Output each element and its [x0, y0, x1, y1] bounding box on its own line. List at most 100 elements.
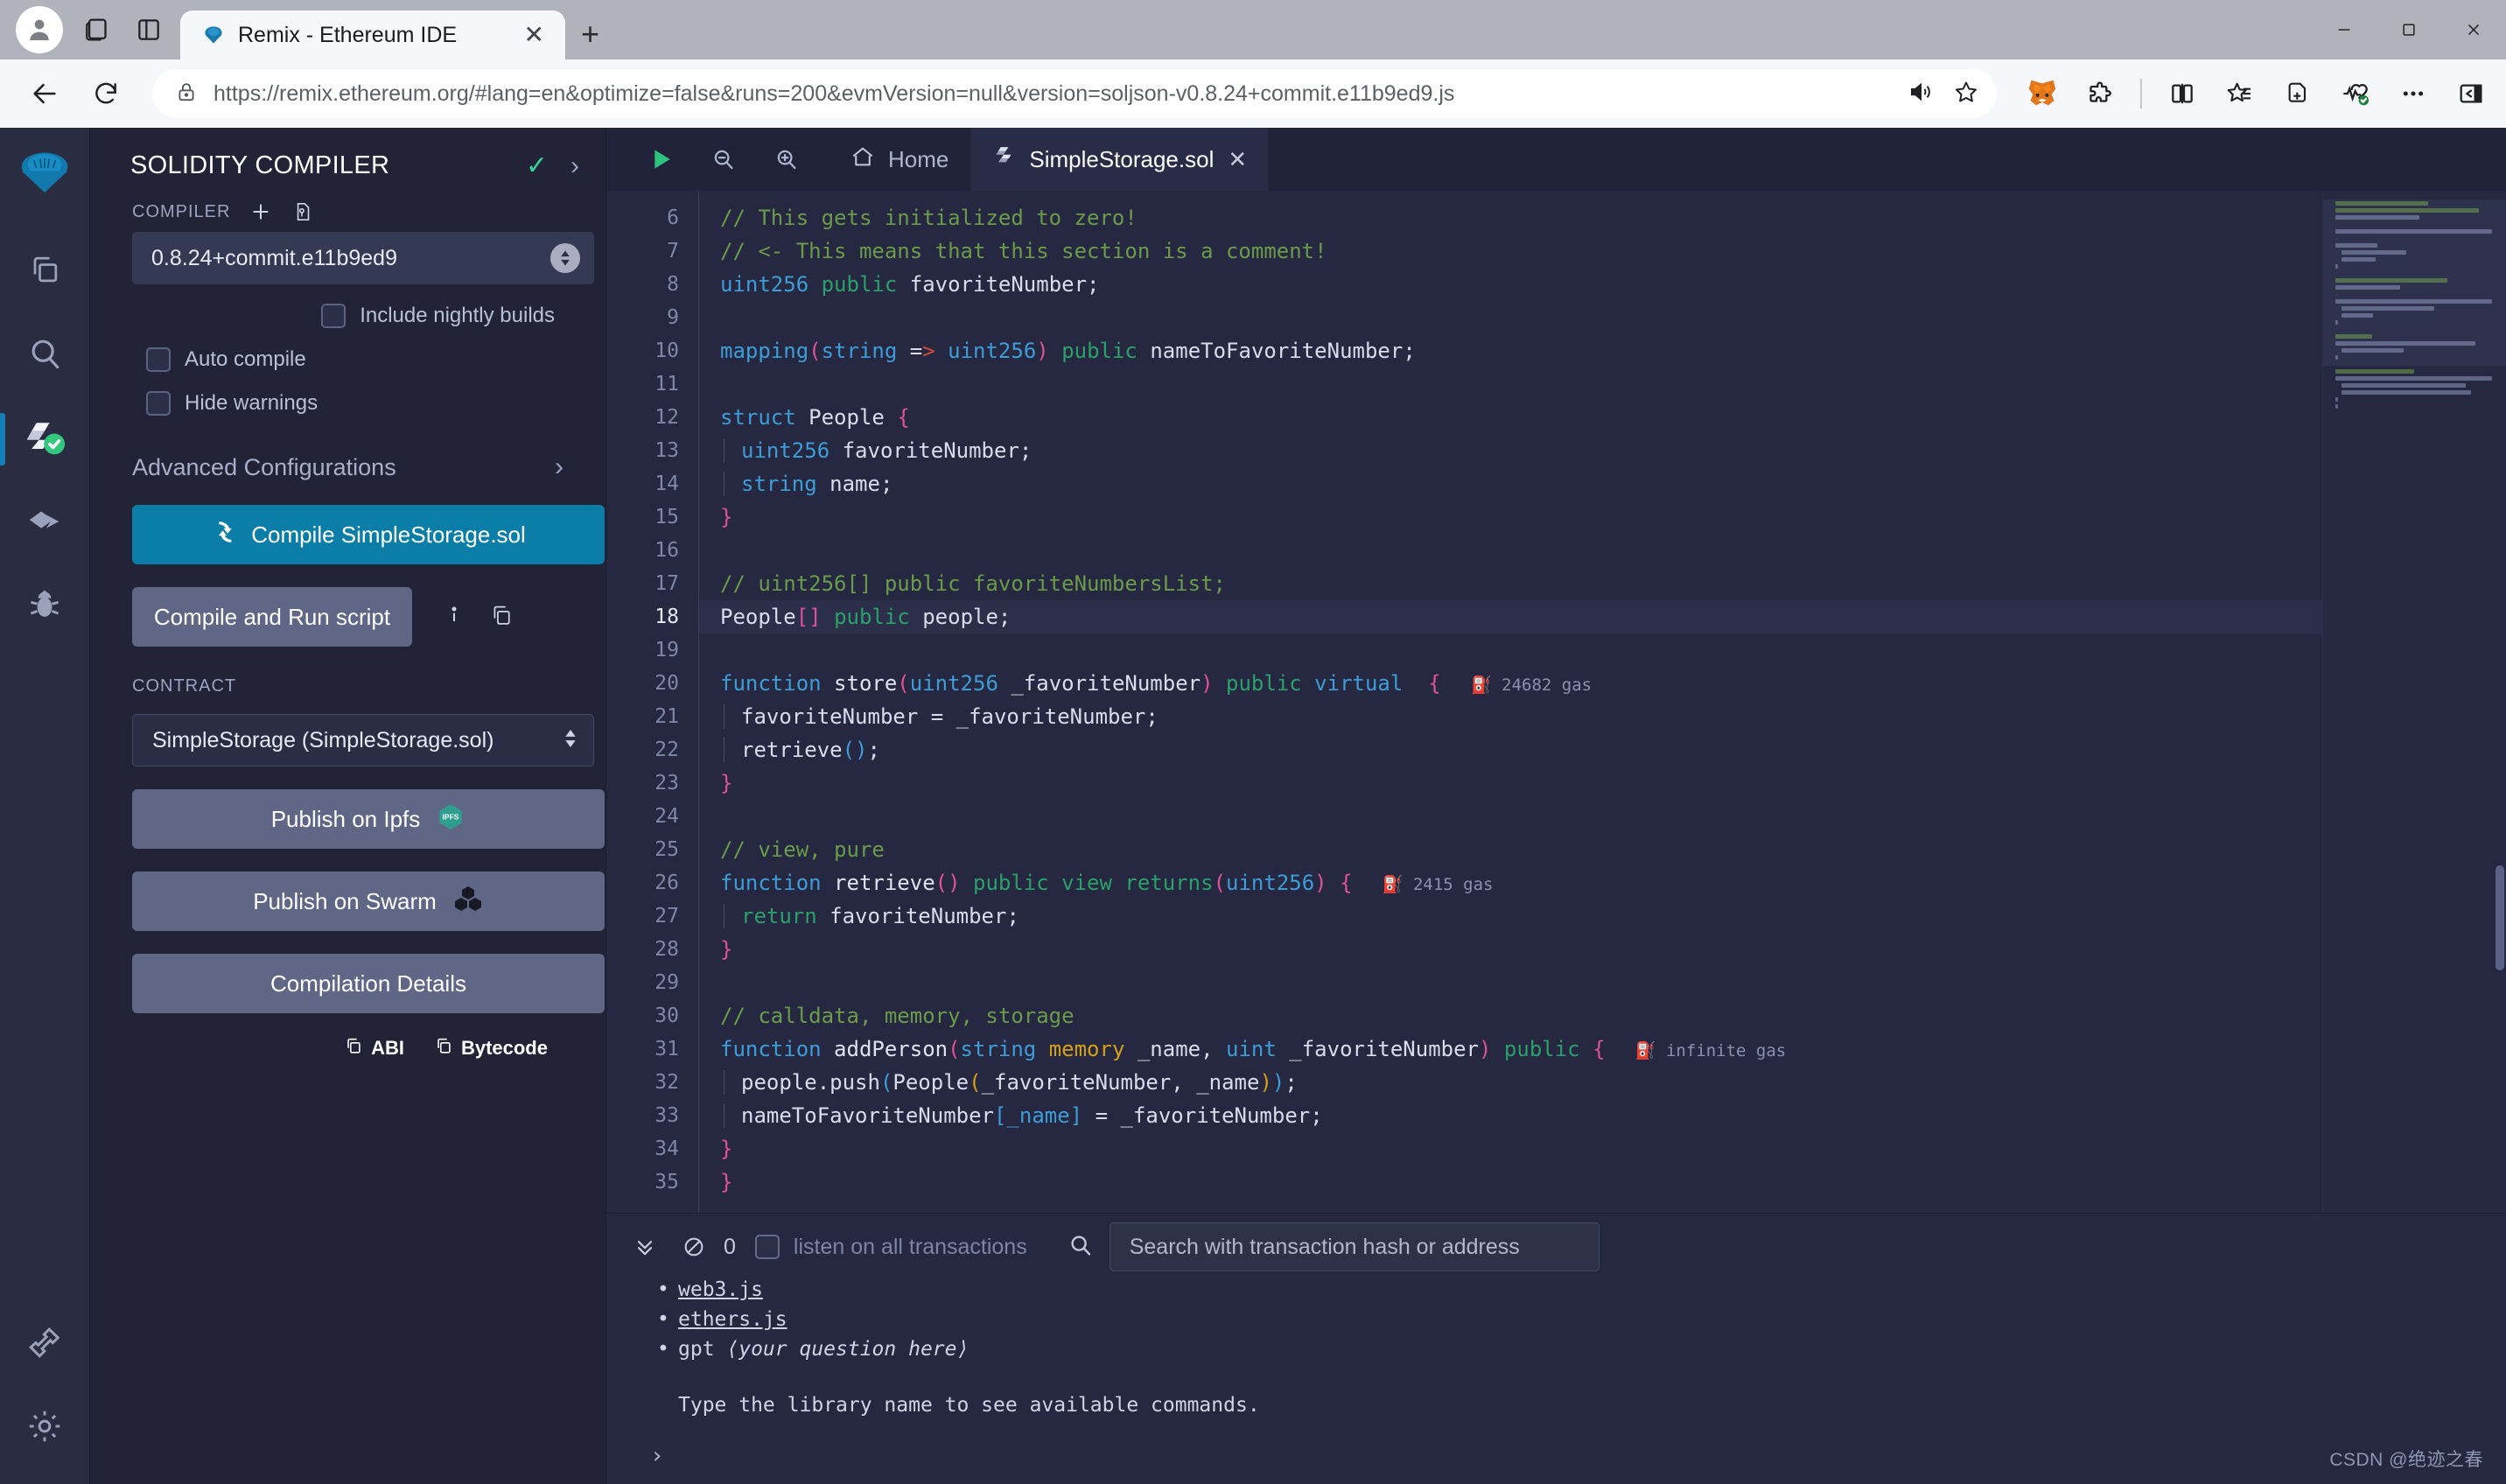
publish-on-ipfs-button[interactable]: Publish on Ipfs IPFS: [132, 789, 605, 849]
auto-compile-row[interactable]: Auto compile: [146, 347, 583, 372]
code-line[interactable]: string name;: [720, 467, 2322, 500]
compiler-config-file-icon[interactable]: [291, 200, 314, 223]
sidebar-item-file-explorer[interactable]: [0, 229, 90, 313]
code-line[interactable]: // uint256[] public favoriteNumbersList;: [720, 567, 2322, 600]
terminal-list-item[interactable]: web3.js: [652, 1280, 2506, 1305]
code-line[interactable]: nameToFavoriteNumber[_name] = _favoriteN…: [720, 1099, 2322, 1132]
code-line[interactable]: return favoriteNumber;: [720, 900, 2322, 933]
compile-button[interactable]: Compile SimpleStorage.sol: [132, 505, 605, 564]
panel-expand-chevron-icon[interactable]: ›: [570, 151, 579, 181]
sidebar-item-settings[interactable]: [0, 1386, 90, 1470]
browser-tab[interactable]: Remix - Ethereum IDE ✕: [180, 10, 565, 60]
code-line[interactable]: function addPerson(string memory _name, …: [720, 1032, 2322, 1066]
code-editor[interactable]: 6789101112131415161718192021222324252627…: [606, 191, 2506, 1213]
tab-close-icon[interactable]: ✕: [521, 23, 548, 47]
collections-icon[interactable]: [2222, 76, 2258, 111]
url-bar[interactable]: https://remix.ethereum.org/#lang=en&opti…: [152, 69, 1997, 118]
code-line[interactable]: function retrieve() public view returns(…: [720, 866, 2322, 900]
terminal-list-item[interactable]: gpt ⟨your question here⟩: [652, 1334, 2506, 1364]
code-line[interactable]: People[] public people;: [699, 600, 2322, 634]
code-line[interactable]: uint256 public favoriteNumber;: [720, 268, 2322, 301]
compiler-version-select[interactable]: 0.8.24+commit.e11b9ed9: [132, 232, 594, 284]
code-line[interactable]: favoriteNumber = _favoriteNumber;: [720, 700, 2322, 733]
terminal-list-item[interactable]: ethers.js: [652, 1305, 2506, 1334]
hide-warnings-row[interactable]: Hide warnings: [146, 391, 583, 416]
window-maximize-button[interactable]: [2376, 0, 2441, 60]
info-icon[interactable]: [442, 603, 466, 632]
code-line[interactable]: }: [720, 766, 2322, 800]
sidebar-item-debugger[interactable]: [0, 565, 90, 649]
code-line[interactable]: [720, 800, 2322, 833]
contract-select[interactable]: SimpleStorage (SimpleStorage.sol): [132, 714, 594, 766]
copy-bytecode-button[interactable]: Bytecode: [434, 1036, 548, 1060]
code-line[interactable]: [720, 634, 2322, 667]
code-line[interactable]: }: [720, 500, 2322, 534]
star-icon[interactable]: [1953, 79, 1979, 109]
copy-icon[interactable]: [489, 603, 514, 632]
remix-home-icon[interactable]: [14, 144, 75, 205]
editor-scrollbar[interactable]: [2492, 191, 2506, 1213]
tab-search-icon[interactable]: [82, 14, 114, 46]
extensions-icon[interactable]: [2082, 76, 2118, 111]
read-aloud-icon[interactable]: [1908, 79, 1934, 109]
split-screen-icon[interactable]: [2165, 76, 2200, 111]
code-line[interactable]: [720, 368, 2322, 401]
sidebar-icon[interactable]: [2454, 76, 2488, 111]
code-line[interactable]: uint256 favoriteNumber;: [720, 434, 2322, 467]
sidebar-item-solidity-compiler[interactable]: [0, 397, 90, 481]
include-nightly-row[interactable]: Include nightly builds: [113, 304, 583, 328]
metamask-icon[interactable]: [2025, 76, 2060, 111]
publish-on-swarm-button[interactable]: Publish on Swarm: [132, 872, 605, 931]
zoom-out-icon[interactable]: [692, 128, 755, 191]
code-line[interactable]: // This gets initialized to zero!: [720, 201, 2322, 234]
reload-icon[interactable]: [79, 66, 133, 121]
sidebar-item-deploy-run[interactable]: [0, 481, 90, 565]
search-icon[interactable]: [1068, 1232, 1094, 1263]
copy-abi-button[interactable]: ABI: [344, 1036, 404, 1060]
tab-close-icon[interactable]: ✕: [1228, 146, 1247, 173]
window-minimize-button[interactable]: [2312, 0, 2376, 60]
code-line[interactable]: function store(uint256 _favoriteNumber) …: [720, 667, 2322, 700]
terminal-prompt-row[interactable]: ›: [606, 1428, 2506, 1484]
play-run-icon[interactable]: [629, 128, 692, 191]
new-tab-button[interactable]: +: [581, 16, 599, 52]
code-line[interactable]: [720, 534, 2322, 567]
code-line[interactable]: struct People {: [720, 401, 2322, 434]
scrollbar-thumb[interactable]: [2496, 865, 2504, 970]
minimap-viewport-slider[interactable]: [2323, 200, 2506, 366]
hide-warnings-checkbox[interactable]: [146, 391, 171, 416]
code-line[interactable]: mapping(string => uint256) public nameTo…: [720, 334, 2322, 368]
sidebar-item-plugin-manager[interactable]: [0, 1302, 90, 1386]
code-line[interactable]: // view, pure: [720, 833, 2322, 866]
advanced-configurations-toggle[interactable]: Advanced Configurations ›: [132, 452, 564, 482]
code-line[interactable]: // <- This means that this section is a …: [720, 234, 2322, 268]
include-nightly-checkbox[interactable]: [321, 304, 346, 328]
split-view-icon[interactable]: [133, 14, 164, 46]
code-line[interactable]: retrieve();: [720, 733, 2322, 766]
back-icon[interactable]: [18, 66, 72, 121]
settings-more-icon[interactable]: [2396, 76, 2431, 111]
code-content[interactable]: // This gets initialized to zero!// <- T…: [698, 191, 2322, 1213]
terminal-link[interactable]: web3.js: [678, 1280, 763, 1301]
clear-console-icon[interactable]: [669, 1222, 718, 1271]
editor-minimap[interactable]: [2322, 191, 2506, 1213]
terminal-link[interactable]: ethers.js: [678, 1308, 788, 1331]
browser-essentials-icon[interactable]: [2338, 76, 2373, 111]
code-line[interactable]: }: [720, 1132, 2322, 1166]
code-line[interactable]: }: [720, 1166, 2322, 1199]
window-close-button[interactable]: [2441, 0, 2506, 60]
plus-icon[interactable]: [249, 200, 272, 223]
code-line[interactable]: }: [720, 933, 2322, 966]
code-line[interactable]: [720, 966, 2322, 999]
chevron-double-down-icon[interactable]: [620, 1222, 669, 1271]
transaction-search-input[interactable]: Search with transaction hash or address: [1110, 1222, 1600, 1271]
sidebar-item-search[interactable]: [0, 313, 90, 397]
tab-home[interactable]: Home: [827, 128, 971, 191]
zoom-in-icon[interactable]: [755, 128, 818, 191]
code-line[interactable]: [720, 301, 2322, 334]
tab-simplestorage-sol[interactable]: SimpleStorage.sol ✕: [971, 128, 1268, 191]
compilation-details-button[interactable]: Compilation Details: [132, 954, 605, 1013]
auto-compile-checkbox[interactable]: [146, 347, 171, 372]
profile-avatar[interactable]: [16, 6, 63, 53]
code-line[interactable]: // calldata, memory, storage: [720, 999, 2322, 1032]
